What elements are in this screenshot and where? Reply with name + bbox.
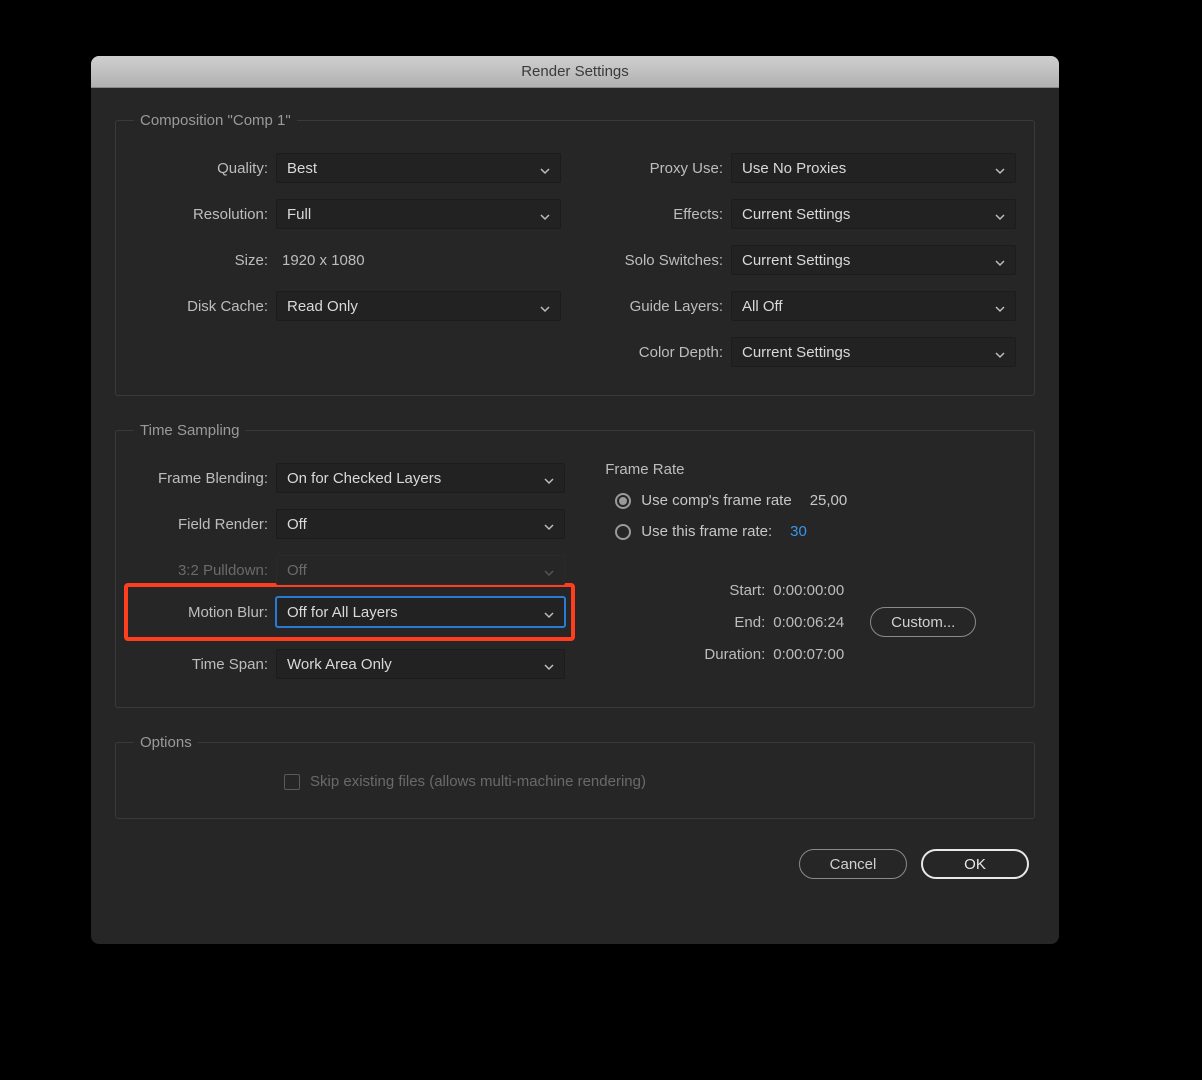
resolution-select[interactable]: Full	[276, 199, 561, 229]
options-legend: Options	[134, 734, 198, 751]
disk-cache-value: Read Only	[287, 298, 358, 315]
motion-blur-select[interactable]: Off for All Layers	[276, 597, 565, 627]
chevron-down-icon	[995, 209, 1005, 219]
guide-select[interactable]: All Off	[731, 291, 1016, 321]
field-render-value: Off	[287, 516, 307, 533]
chevron-down-icon	[544, 607, 554, 617]
chevron-down-icon	[544, 659, 554, 669]
custom-button[interactable]: Custom...	[870, 607, 976, 637]
solo-select[interactable]: Current Settings	[731, 245, 1016, 275]
skip-files-label: Skip existing files (allows multi-machin…	[310, 773, 646, 790]
radio-icon	[615, 524, 631, 540]
frame-rate-title: Frame Rate	[605, 461, 1012, 478]
size-label: Size:	[134, 252, 276, 269]
time-sampling-group: Time Sampling Frame Blending: On for Che…	[115, 422, 1035, 708]
effects-select[interactable]: Current Settings	[731, 199, 1016, 229]
chevron-down-icon	[995, 163, 1005, 173]
frame-rate-custom-row[interactable]: Use this frame rate: 30	[615, 523, 1012, 540]
chevron-down-icon	[995, 255, 1005, 265]
motion-blur-value: Off for All Layers	[287, 604, 398, 621]
pulldown-select: Off	[276, 555, 565, 585]
composition-left-col: Quality: Best Resolution: Full	[134, 145, 561, 375]
chevron-down-icon	[540, 163, 550, 173]
chevron-down-icon	[544, 565, 554, 575]
proxy-label: Proxy Use:	[589, 160, 731, 177]
time-span-label: Time Span:	[134, 656, 276, 673]
effects-value: Current Settings	[742, 206, 850, 223]
render-settings-dialog: Render Settings Composition "Comp 1" Qua…	[91, 56, 1059, 944]
solo-label: Solo Switches:	[589, 252, 731, 269]
dialog-title: Render Settings	[521, 63, 629, 80]
frame-rate-comp-value: 25,00	[810, 492, 848, 509]
chevron-down-icon	[544, 519, 554, 529]
start-label: Start:	[693, 582, 765, 599]
time-span-select[interactable]: Work Area Only	[276, 649, 565, 679]
size-value: 1920 x 1080	[276, 252, 365, 269]
pulldown-label: 3:2 Pulldown:	[134, 562, 276, 579]
color-depth-value: Current Settings	[742, 344, 850, 361]
time-sampling-left-col: Frame Blending: On for Checked Layers Fi…	[134, 455, 565, 687]
end-value: 0:00:06:24	[773, 614, 844, 631]
ok-button[interactable]: OK	[921, 849, 1029, 879]
motion-blur-highlight: Motion Blur: Off for All Layers	[124, 583, 575, 641]
proxy-select[interactable]: Use No Proxies	[731, 153, 1016, 183]
proxy-value: Use No Proxies	[742, 160, 846, 177]
options-group: Options Skip existing files (allows mult…	[115, 734, 1035, 819]
time-block: Start: 0:00:00:00 End: 0:00:06:24 Custom…	[693, 574, 1012, 670]
cancel-button[interactable]: Cancel	[799, 849, 907, 879]
chevron-down-icon	[995, 347, 1005, 357]
composition-group: Composition "Comp 1" Quality: Best Resol…	[115, 112, 1035, 396]
color-depth-select[interactable]: Current Settings	[731, 337, 1016, 367]
effects-label: Effects:	[589, 206, 731, 223]
skip-files-row: Skip existing files (allows multi-machin…	[284, 773, 1016, 790]
color-depth-label: Color Depth:	[589, 344, 731, 361]
guide-label: Guide Layers:	[589, 298, 731, 315]
start-value: 0:00:00:00	[773, 582, 844, 599]
field-render-select[interactable]: Off	[276, 509, 565, 539]
radio-icon	[615, 493, 631, 509]
time-sampling-right-col: Frame Rate Use comp's frame rate 25,00 U…	[593, 455, 1016, 687]
end-label: End:	[693, 614, 765, 631]
quality-select[interactable]: Best	[276, 153, 561, 183]
frame-rate-comp-row[interactable]: Use comp's frame rate 25,00	[615, 492, 1012, 509]
field-render-label: Field Render:	[134, 516, 276, 533]
disk-cache-label: Disk Cache:	[134, 298, 276, 315]
dialog-body: Composition "Comp 1" Quality: Best Resol…	[91, 88, 1059, 897]
chevron-down-icon	[540, 209, 550, 219]
time-sampling-legend: Time Sampling	[134, 422, 245, 439]
solo-value: Current Settings	[742, 252, 850, 269]
frame-blending-label: Frame Blending:	[134, 470, 276, 487]
guide-value: All Off	[742, 298, 783, 315]
resolution-value: Full	[287, 206, 311, 223]
frame-blending-value: On for Checked Layers	[287, 470, 441, 487]
disk-cache-select[interactable]: Read Only	[276, 291, 561, 321]
frame-rate-comp-label: Use comp's frame rate	[641, 492, 791, 509]
chevron-down-icon	[540, 301, 550, 311]
duration-value: 0:00:07:00	[773, 646, 844, 663]
duration-label: Duration:	[693, 646, 765, 663]
frame-rate-custom-label: Use this frame rate:	[641, 523, 772, 540]
pulldown-value: Off	[287, 562, 307, 579]
composition-right-col: Proxy Use: Use No Proxies Effects: Curre…	[589, 145, 1016, 375]
skip-files-checkbox	[284, 774, 300, 790]
frame-blending-select[interactable]: On for Checked Layers	[276, 463, 565, 493]
chevron-down-icon	[544, 473, 554, 483]
quality-label: Quality:	[134, 160, 276, 177]
time-span-value: Work Area Only	[287, 656, 392, 673]
composition-legend: Composition "Comp 1"	[134, 112, 297, 129]
frame-rate-custom-value[interactable]: 30	[790, 523, 807, 540]
motion-blur-label: Motion Blur:	[134, 604, 276, 621]
resolution-label: Resolution:	[134, 206, 276, 223]
quality-value: Best	[287, 160, 317, 177]
titlebar: Render Settings	[91, 56, 1059, 88]
chevron-down-icon	[995, 301, 1005, 311]
dialog-footer: Cancel OK	[115, 845, 1035, 879]
